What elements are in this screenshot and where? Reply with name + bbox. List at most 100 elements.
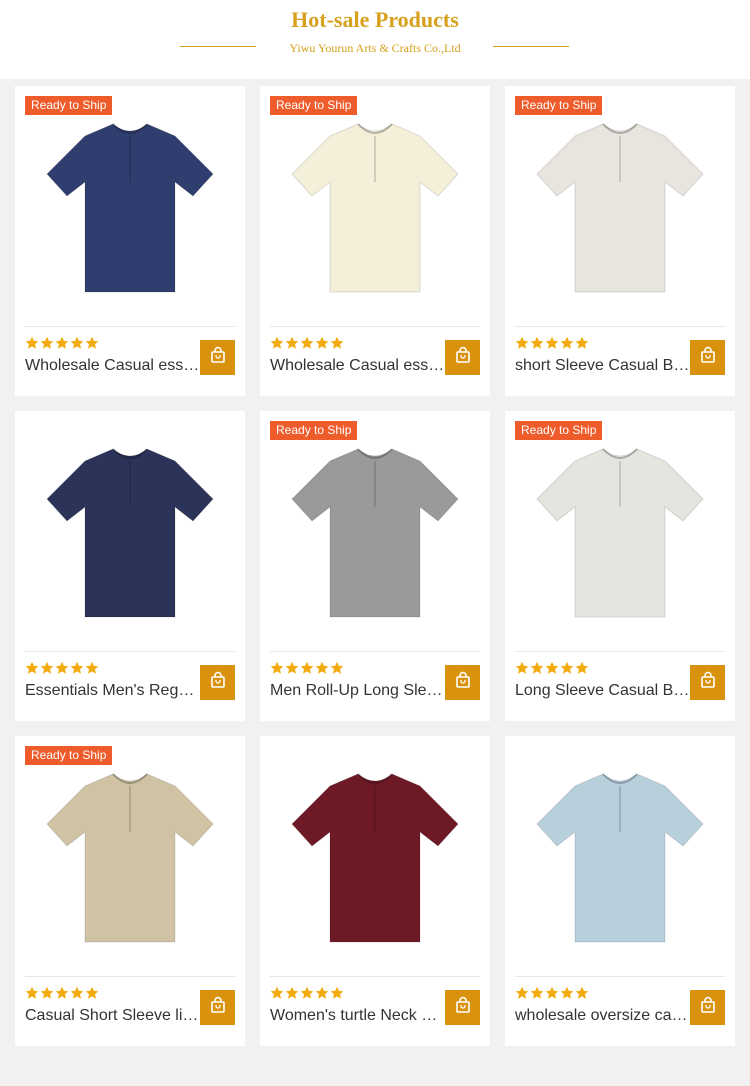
star-icon — [70, 336, 84, 349]
ready-to-ship-badge: Ready to Ship — [515, 96, 603, 115]
product-name[interactable]: wholesale oversize casual t-shirt — [515, 1006, 691, 1026]
star-icon — [270, 661, 284, 674]
product-image[interactable] — [270, 421, 480, 631]
rating-stars — [515, 661, 589, 675]
card-divider — [25, 326, 235, 327]
rating-stars — [515, 336, 589, 350]
star-icon — [85, 986, 99, 999]
rating-stars — [25, 986, 99, 1000]
star-icon — [285, 336, 299, 349]
star-icon — [285, 986, 299, 999]
product-name[interactable]: Wholesale Casual essentials men's linen … — [25, 356, 201, 376]
star-icon — [330, 661, 344, 674]
product-card[interactable]: wholesale oversize casual t-shirt — [505, 736, 735, 1046]
add-to-cart-button[interactable] — [690, 665, 725, 700]
product-card[interactable]: Ready to Ship Casual Short Sleeve linen … — [15, 736, 245, 1046]
product-image[interactable] — [270, 746, 480, 956]
product-image[interactable] — [25, 96, 235, 306]
star-icon — [560, 336, 574, 349]
ready-to-ship-badge: Ready to Ship — [270, 96, 358, 115]
company-name: Yiwu Yourun Arts & Crafts Co.,Ltd — [289, 41, 461, 55]
star-icon — [55, 986, 69, 999]
card-divider — [270, 326, 480, 327]
star-icon — [330, 336, 344, 349]
star-icon — [300, 986, 314, 999]
star-icon — [25, 661, 39, 674]
product-image[interactable] — [25, 421, 235, 631]
shopping-bag-icon — [209, 346, 227, 369]
add-to-cart-button[interactable] — [200, 340, 235, 375]
star-icon — [40, 986, 54, 999]
product-image[interactable] — [515, 96, 725, 306]
card-divider — [25, 651, 235, 652]
star-icon — [530, 336, 544, 349]
star-icon — [40, 661, 54, 674]
product-card[interactable]: Essentials Men's Regular fit linen shirt — [15, 411, 245, 721]
title-divider-right — [493, 46, 569, 47]
ready-to-ship-badge: Ready to Ship — [270, 421, 358, 440]
product-name[interactable]: Wholesale Casual essentials men's sleeve… — [270, 356, 446, 376]
product-card[interactable]: Ready to Ship Wholesale Casual essential… — [15, 86, 245, 396]
product-name[interactable]: short Sleeve Casual Button henley shirt — [515, 356, 691, 376]
star-icon — [300, 336, 314, 349]
star-icon — [85, 336, 99, 349]
star-icon — [55, 336, 69, 349]
shopping-bag-icon — [454, 671, 472, 694]
star-icon — [515, 986, 529, 999]
product-image[interactable] — [25, 746, 235, 956]
product-name[interactable]: Men Roll-Up Long Sleeve linen shirt — [270, 681, 446, 701]
star-icon — [575, 986, 589, 999]
product-card[interactable]: Ready to Ship Wholesale Casual essential… — [260, 86, 490, 396]
rating-stars — [270, 661, 344, 675]
star-icon — [575, 336, 589, 349]
shopping-bag-icon — [209, 671, 227, 694]
rating-stars — [270, 986, 344, 1000]
card-divider — [515, 651, 725, 652]
shopping-bag-icon — [699, 671, 717, 694]
star-icon — [70, 986, 84, 999]
ready-to-ship-badge: Ready to Ship — [25, 746, 113, 765]
add-to-cart-button[interactable] — [445, 665, 480, 700]
star-icon — [545, 986, 559, 999]
add-to-cart-button[interactable] — [445, 340, 480, 375]
product-name[interactable]: Women's turtle Neck batwing top — [270, 1006, 446, 1026]
star-icon — [285, 661, 299, 674]
card-divider — [270, 651, 480, 652]
star-icon — [315, 661, 329, 674]
add-to-cart-button[interactable] — [690, 340, 725, 375]
star-icon — [270, 336, 284, 349]
shopping-bag-icon — [454, 996, 472, 1019]
product-name[interactable]: Essentials Men's Regular fit linen shirt — [25, 681, 201, 701]
add-to-cart-button[interactable] — [445, 990, 480, 1025]
product-name[interactable]: Long Sleeve Casual Button linen shirt — [515, 681, 691, 701]
product-card[interactable]: Women's turtle Neck batwing top — [260, 736, 490, 1046]
shopping-bag-icon — [454, 346, 472, 369]
star-icon — [270, 986, 284, 999]
product-image[interactable] — [515, 421, 725, 631]
add-to-cart-button[interactable] — [200, 990, 235, 1025]
star-icon — [560, 661, 574, 674]
product-name[interactable]: Casual Short Sleeve linen henley shirt — [25, 1006, 201, 1026]
add-to-cart-button[interactable] — [200, 665, 235, 700]
shopping-bag-icon — [699, 346, 717, 369]
ready-to-ship-badge: Ready to Ship — [515, 421, 603, 440]
star-icon — [315, 336, 329, 349]
card-divider — [515, 976, 725, 977]
star-icon — [330, 986, 344, 999]
star-icon — [515, 661, 529, 674]
star-icon — [25, 336, 39, 349]
product-image[interactable] — [515, 746, 725, 956]
star-icon — [575, 661, 589, 674]
product-image[interactable] — [270, 96, 480, 306]
product-card[interactable]: Ready to Ship short Sleeve Casual Button… — [505, 86, 735, 396]
product-card[interactable]: Ready to Ship Men Roll-Up Long Sleeve li… — [260, 411, 490, 721]
star-icon — [85, 661, 99, 674]
shopping-bag-icon — [209, 996, 227, 1019]
card-divider — [25, 976, 235, 977]
add-to-cart-button[interactable] — [690, 990, 725, 1025]
rating-stars — [25, 661, 99, 675]
star-icon — [560, 986, 574, 999]
card-divider — [515, 326, 725, 327]
product-card[interactable]: Ready to Ship Long Sleeve Casual Button … — [505, 411, 735, 721]
star-icon — [530, 661, 544, 674]
